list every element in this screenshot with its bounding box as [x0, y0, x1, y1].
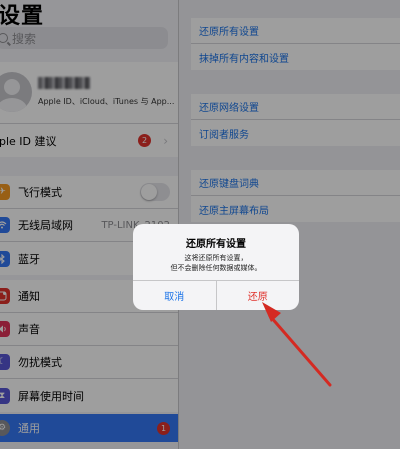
alert-buttons: 取消 还原 — [133, 280, 299, 310]
alert-message-line1: 这将还原所有设置， — [184, 254, 248, 262]
alert-message: 这将还原所有设置， 但不会删除任何数据或媒体。 — [133, 253, 299, 273]
alert-message-line2: 但不会删除任何数据或媒体。 — [170, 264, 262, 272]
restore-button[interactable]: 还原 — [217, 281, 300, 310]
alert-title: 还原所有设置 — [186, 239, 246, 250]
reset-confirm-alert: 还原所有设置 这将还原所有设置， 但不会删除任何数据或媒体。 取消 还原 — [133, 224, 299, 310]
cancel-button[interactable]: 取消 — [133, 281, 217, 310]
